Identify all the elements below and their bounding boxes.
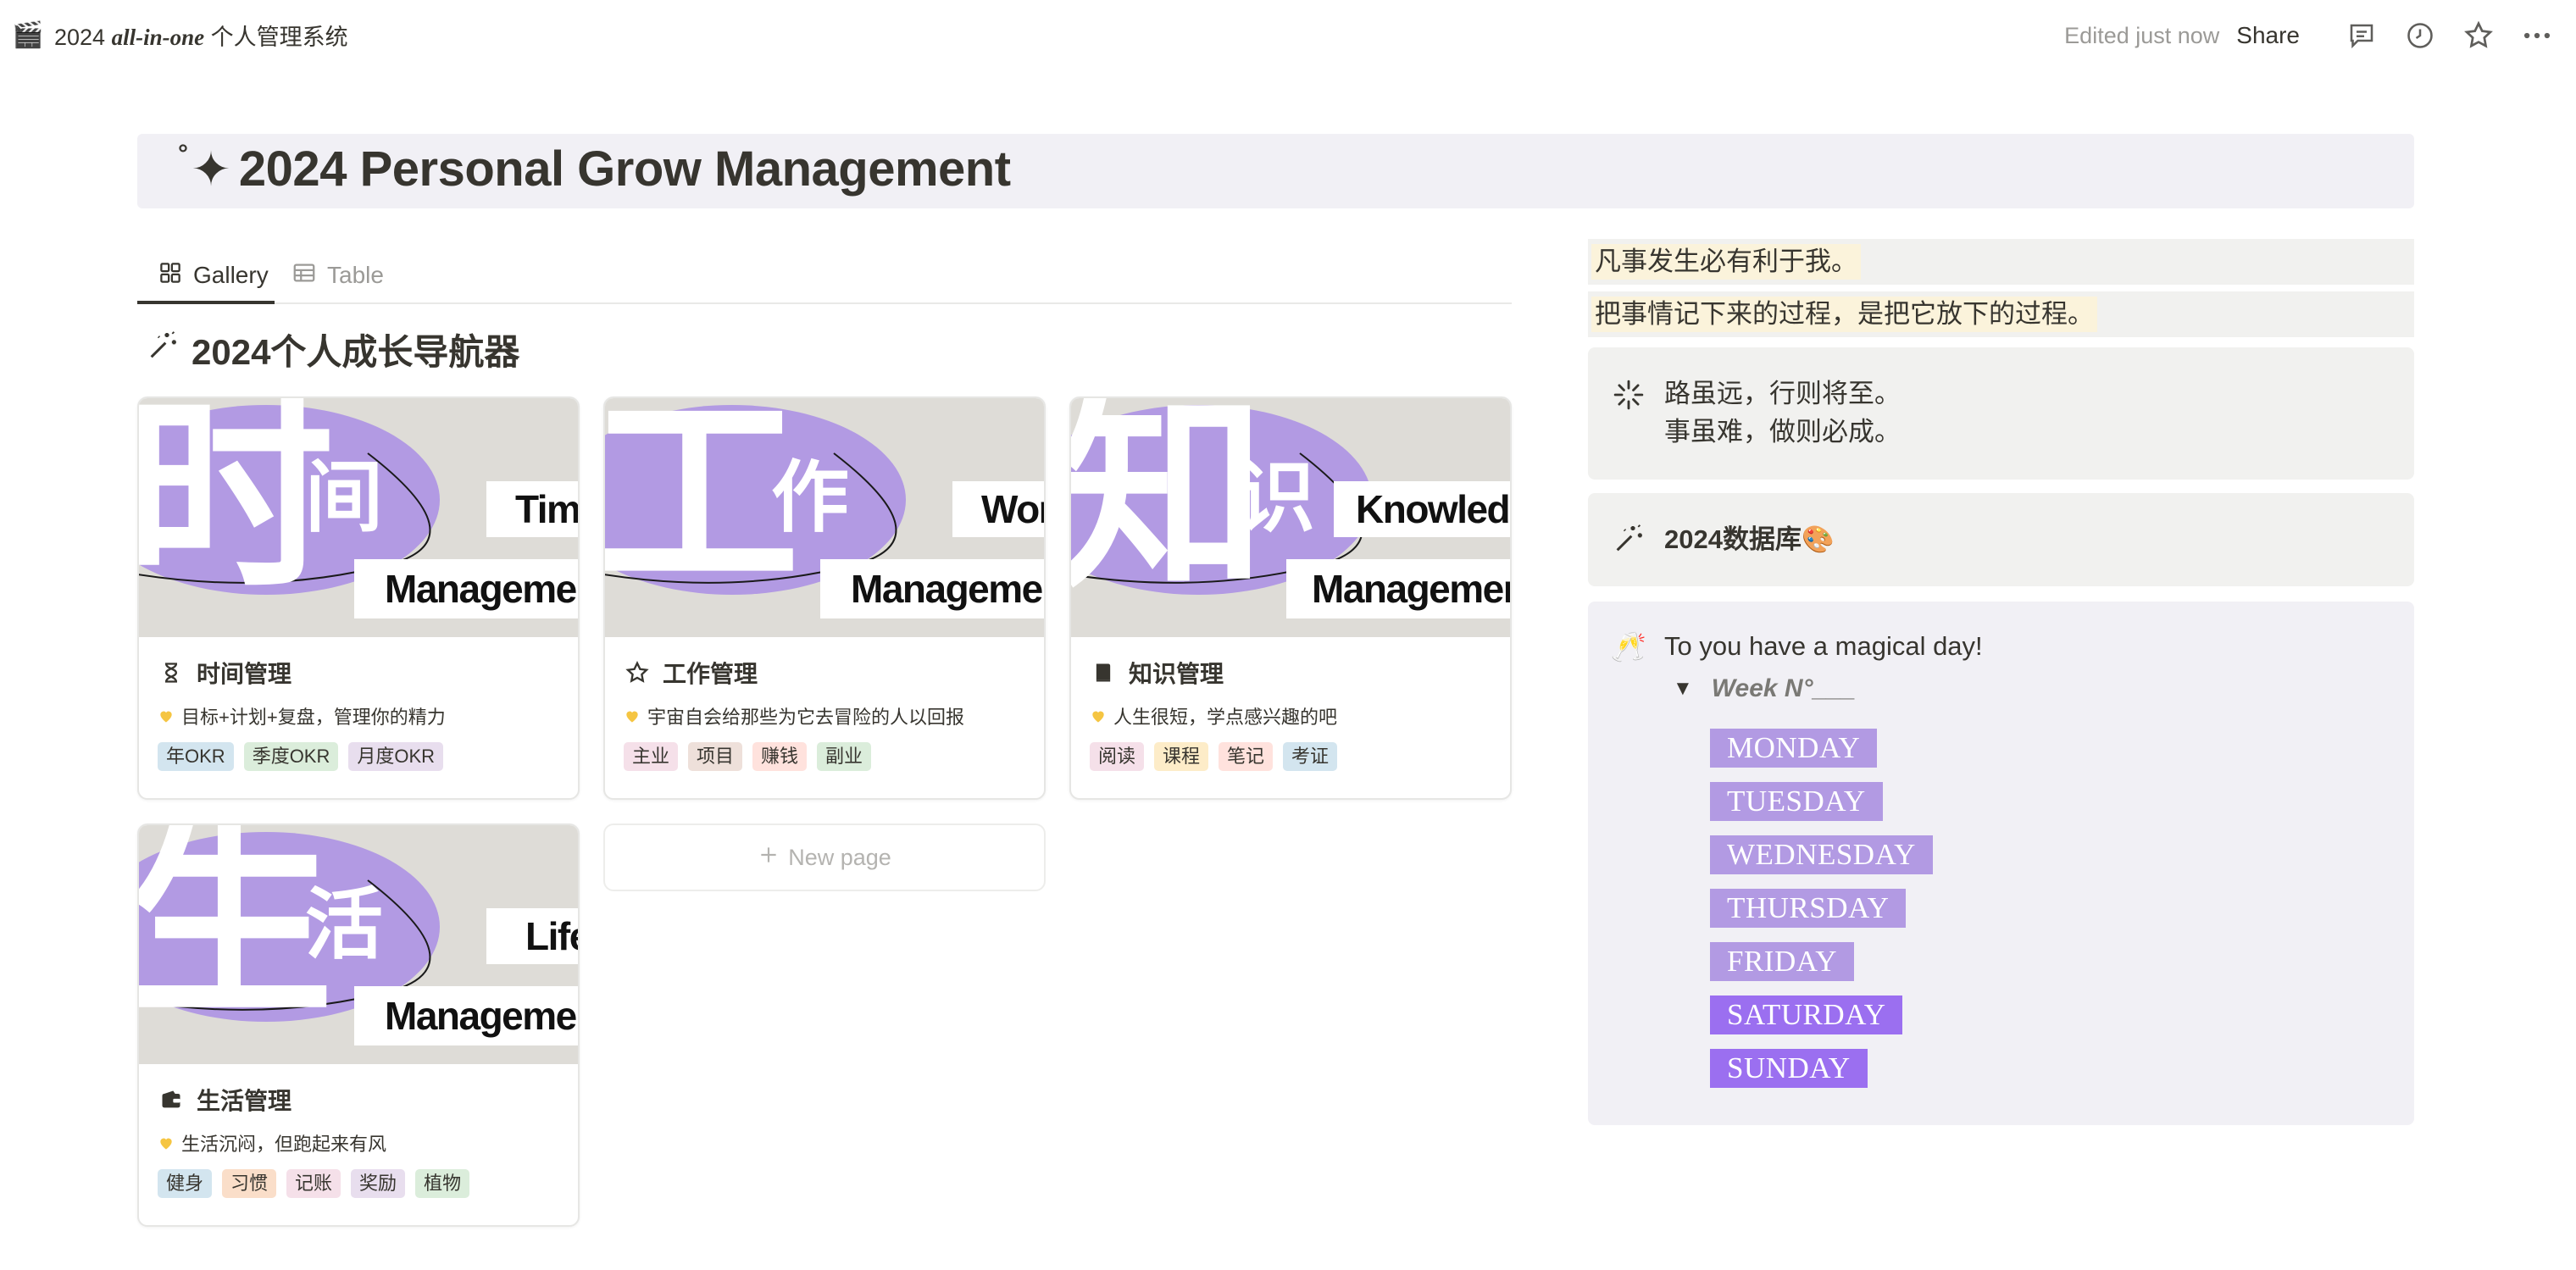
gallery-card-knowledge[interactable]: 知 识 Knowledge Management 知识管理 人生很短，学点感兴趣… — [1069, 397, 1512, 800]
edited-status: Edited just now — [2064, 22, 2220, 48]
card-cover: 工 作 Work Management — [605, 398, 1044, 637]
tag: 考证 — [1283, 742, 1338, 771]
card-description: 目标+计划+复盘，管理你的精力 — [158, 703, 559, 729]
tag: 赚钱 — [752, 742, 808, 771]
plus-icon — [758, 844, 780, 872]
day-saturday: SATURDAY — [1710, 995, 1903, 1034]
card-cover: 生 活 Life Management — [139, 825, 578, 1064]
cover-label-1: Knowledge — [1334, 481, 1510, 537]
card-tags: 年OKR 季度OKR 月度OKR — [158, 742, 559, 771]
cover-label-2: Management — [354, 986, 578, 1045]
gallery-card-work[interactable]: 工 作 Work Management 工作管理 宇宙自会给那些为它去冒险的人以… — [603, 397, 1046, 800]
cover-label-1: Life — [486, 908, 578, 964]
callout-motto[interactable]: 路虽远，行则将至。 事虽难，做则必成。 — [1588, 347, 2414, 480]
callout-week[interactable]: 🥂 To you have a magical day! ▼ Week N°__… — [1588, 602, 2414, 1125]
share-button[interactable]: Share — [2236, 22, 2300, 49]
card-title: 时间管理 — [158, 656, 559, 690]
toggle-triangle-icon[interactable]: ▼ — [1673, 677, 1693, 701]
breadcrumb-title: 2024 all-in-one 个人管理系统 — [54, 25, 348, 50]
day-thursday: THURSDAY — [1710, 889, 1907, 928]
yellow-heart-icon — [158, 1134, 175, 1151]
tag: 阅读 — [1090, 742, 1145, 771]
tab-table[interactable]: Table — [280, 254, 396, 297]
tag: 笔记 — [1219, 742, 1274, 771]
table-icon — [291, 260, 317, 291]
star-icon — [624, 659, 651, 686]
cover-label-2: Management — [354, 559, 578, 618]
card-description: 人生很短，学点感兴趣的吧 — [1090, 703, 1491, 729]
tag: 记账 — [286, 1169, 341, 1198]
cover-label-2: Management — [820, 559, 1044, 618]
page-title[interactable]: ° ✦ 2024 Personal Grow Management — [178, 140, 1011, 197]
day-friday: FRIDAY — [1710, 942, 1855, 981]
card-cover: 知 识 Knowledge Management — [1071, 398, 1510, 637]
tab-gallery[interactable]: Gallery — [146, 254, 280, 297]
card-tags: 健身 习惯 记账 奖励 植物 — [158, 1169, 559, 1198]
gallery-card-time[interactable]: 时 间 Time Management 时间管理 目标+计划+复盘，管理你的精力… — [137, 397, 580, 800]
motto-line-1: 路虽远，行则将至。 — [1664, 379, 1901, 408]
callout-database[interactable]: 2024数据库🎨 — [1588, 493, 2414, 586]
magic-wand-icon — [1610, 520, 1647, 557]
motto-line-2: 事虽难，做则必成。 — [1664, 417, 1901, 446]
tag: 主业 — [624, 742, 679, 771]
tag: 季度OKR — [243, 742, 339, 771]
day-monday: MONDAY — [1710, 729, 1878, 768]
quote-block-1[interactable]: 凡事发生必有利于我。 — [1588, 239, 2414, 285]
top-actions: Edited just now Share — [2064, 15, 2557, 56]
card-tags: 主业 项目 赚钱 副业 — [624, 742, 1025, 771]
section-title: 2024个人成长导航器 — [146, 324, 519, 375]
sparkle-icon: ✦ — [191, 141, 231, 196]
card-description: 宇宙自会给那些为它去冒险的人以回报 — [624, 703, 1025, 729]
day-sunday: SUNDAY — [1710, 1049, 1868, 1088]
new-page-button[interactable]: New page — [603, 824, 1046, 891]
more-icon[interactable] — [2517, 15, 2557, 56]
magic-wand-icon — [146, 329, 180, 371]
tag: 植物 — [415, 1169, 470, 1198]
tag: 课程 — [1154, 742, 1209, 771]
clapperboard-icon: 🎬 — [12, 21, 44, 49]
tag: 副业 — [817, 742, 872, 771]
book-icon — [1090, 659, 1117, 686]
gallery-icon — [158, 260, 183, 291]
champagne-icon: 🥂 — [1610, 631, 1647, 663]
cover-label-2: Management — [1286, 559, 1510, 618]
yellow-heart-icon — [1090, 707, 1107, 724]
history-icon[interactable] — [2400, 15, 2440, 56]
yellow-heart-icon — [624, 707, 641, 724]
day-wednesday: WEDNESDAY — [1710, 835, 1933, 874]
tag: 习惯 — [222, 1169, 277, 1198]
cover-label-1: Work — [952, 481, 1044, 537]
active-tab-indicator — [137, 301, 275, 304]
quote-block-2[interactable]: 把事情记下来的过程，是把它放下的过程。 — [1588, 291, 2414, 337]
top-bar: 🎬 2024 all-in-one 个人管理系统 Edited just now… — [0, 0, 2576, 71]
card-title: 工作管理 — [624, 656, 1025, 690]
gallery-card-life[interactable]: 生 活 Life Management 生活管理 生活沉闷，但跑起来有风 健身 … — [137, 824, 580, 1227]
card-cover: 时 间 Time Management — [139, 398, 578, 637]
card-tags: 阅读 课程 笔记 考证 — [1090, 742, 1491, 771]
greeting-text: To you have a magical day! — [1664, 631, 1983, 661]
wallet-icon — [158, 1086, 185, 1113]
database-link[interactable]: 2024数据库🎨 — [1664, 520, 1835, 558]
loading-sparkle-icon — [1610, 376, 1647, 413]
tag: 月度OKR — [348, 742, 444, 771]
day-tuesday: TUESDAY — [1710, 782, 1883, 821]
view-tabs: Gallery Table — [137, 246, 1512, 304]
star-icon[interactable] — [2458, 15, 2499, 56]
yellow-heart-icon — [158, 707, 175, 724]
card-title: 知识管理 — [1090, 656, 1491, 690]
card-description: 生活沉闷，但跑起来有风 — [158, 1130, 559, 1156]
tag: 奖励 — [351, 1169, 406, 1198]
page-title-text: 2024 Personal Grow Management — [238, 141, 1011, 197]
hourglass-icon — [158, 659, 185, 686]
week-toggle[interactable]: ▼ Week N°___ — [1673, 674, 1856, 703]
card-title: 生活管理 — [158, 1083, 559, 1117]
cover-label-1: Time — [486, 481, 578, 537]
comment-icon[interactable] — [2341, 15, 2382, 56]
tag: 健身 — [158, 1169, 213, 1198]
tag: 年OKR — [158, 742, 234, 771]
tag: 项目 — [688, 742, 743, 771]
breadcrumb[interactable]: 🎬 2024 all-in-one 个人管理系统 — [12, 19, 348, 52]
